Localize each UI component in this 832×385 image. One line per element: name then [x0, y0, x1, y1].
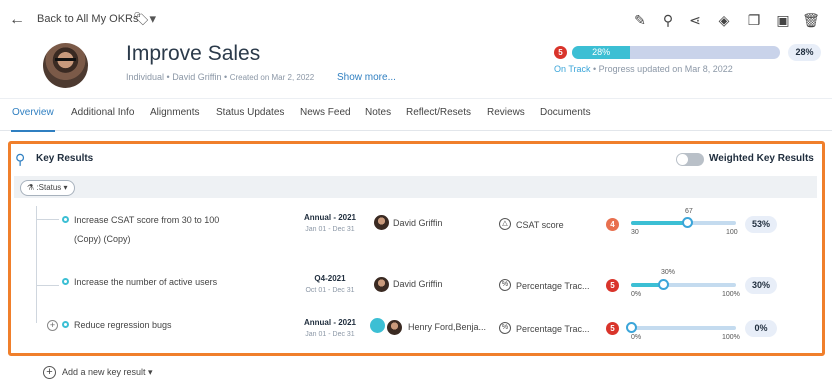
back-link[interactable]: Back to All My OKRs	[37, 13, 138, 25]
objective-progress-fill: 28%	[572, 46, 631, 59]
trash-icon[interactable]: 🗑	[800, 10, 822, 30]
kr-dates: Jan 01 - Dec 31	[305, 226, 355, 233]
kr-progress-pill[interactable]: 53%	[745, 216, 777, 233]
slider-end: 100	[726, 229, 738, 236]
tab-notes[interactable]: Notes	[365, 107, 391, 118]
key-results-icon: ⚲	[15, 151, 26, 167]
objective-owner[interactable]: David Griffin	[172, 72, 221, 82]
triangle-metric-icon: △	[499, 218, 511, 230]
add-circle-icon[interactable]: +	[43, 366, 56, 379]
kr-owner[interactable]: David Griffin	[393, 279, 442, 289]
kr-dates: Oct 01 - Dec 31	[305, 287, 355, 294]
slider-start: 0%	[631, 291, 642, 298]
kr-name-continued[interactable]: (Copy) (Copy)	[74, 234, 131, 244]
tree-branch	[37, 285, 59, 286]
status-dot	[62, 278, 69, 285]
tab-overview[interactable]: Overview	[12, 107, 54, 118]
expand-plus-icon[interactable]: +	[47, 320, 58, 331]
slider-knob[interactable]	[626, 322, 637, 333]
weighted-label: Weighted Key Results	[709, 153, 814, 164]
tab-news-feed[interactable]: News Feed	[300, 107, 351, 118]
kr-progress-pill[interactable]: 0%	[745, 320, 777, 337]
percent-metric-icon: %	[499, 322, 511, 334]
kr-period: Annual - 2021	[303, 318, 356, 327]
kr-slider[interactable]	[631, 326, 736, 330]
add-key-result-label: Add a new key result	[62, 367, 146, 377]
objective-progress-pill[interactable]: 28%	[788, 44, 821, 61]
tab-alignments[interactable]: Alignments	[150, 107, 199, 118]
objective-progress-bar: 28%	[572, 46, 780, 59]
status-dot	[62, 216, 69, 223]
kr-slider[interactable]	[631, 283, 736, 287]
status-line: On Track • Progress updated on Mar 8, 20…	[554, 64, 733, 74]
kr-owner[interactable]: David Griffin	[393, 218, 442, 228]
filter-icon: ⚗	[27, 183, 35, 192]
copy-icon[interactable]: ❐	[743, 10, 765, 30]
slider-start: 30	[631, 229, 639, 236]
tab-status-updates[interactable]: Status Updates	[216, 107, 284, 118]
tab-bar: Overview Additional Info Alignments Stat…	[0, 98, 832, 132]
kr-progress-pill[interactable]: 30%	[745, 277, 777, 294]
share-icon[interactable]: ⋖	[684, 10, 706, 30]
risk-badge[interactable]: 5	[606, 322, 619, 335]
owner-avatar	[387, 320, 402, 335]
back-arrow-icon[interactable]: ←	[9, 11, 25, 29]
layers-icon[interactable]: ◈	[713, 10, 735, 30]
status-filter-label: :Status	[36, 183, 62, 192]
kr-name[interactable]: Reduce regression bugs	[74, 320, 172, 330]
active-tab-indicator	[11, 130, 55, 132]
kr-owner[interactable]: Henry Ford,Benja...	[408, 322, 486, 332]
user-add-icon[interactable]: ⚲	[657, 10, 679, 30]
add-key-result-button[interactable]: Add a new key result ▾	[62, 367, 153, 378]
risk-badge[interactable]: 4	[606, 218, 619, 231]
tree-branch	[37, 219, 59, 220]
weighted-toggle[interactable]	[676, 153, 704, 166]
status-dot	[62, 321, 69, 328]
tab-reviews[interactable]: Reviews	[487, 107, 525, 118]
owner-avatar	[374, 277, 389, 292]
objective-meta: Individual • David Griffin • Created on …	[126, 72, 315, 82]
objective-type: Individual	[126, 72, 165, 82]
kr-metric: Percentage Trac...	[516, 281, 590, 291]
slider-start: 0%	[631, 334, 642, 341]
tag-icon[interactable]: 🏷▾	[133, 11, 156, 27]
tab-reflect-resets[interactable]: Reflect/Resets	[406, 107, 471, 118]
filter-bar	[14, 176, 817, 198]
tab-documents[interactable]: Documents	[540, 107, 591, 118]
risk-badge[interactable]: 5	[606, 279, 619, 292]
status-filter[interactable]: ⚗ :Status ▾	[20, 180, 75, 196]
owner-avatar	[370, 318, 385, 333]
kr-metric: Percentage Trac...	[516, 324, 590, 334]
kr-metric: CSAT score	[516, 220, 564, 230]
key-results-title: Key Results	[36, 153, 94, 164]
slider-value-label: 67	[685, 208, 693, 215]
percent-metric-icon: %	[499, 279, 511, 291]
kr-dates: Jan 01 - Dec 31	[305, 331, 355, 338]
risk-badge[interactable]: 5	[554, 46, 567, 59]
kr-name[interactable]: Increase the number of active users	[74, 277, 217, 287]
status-on-track[interactable]: On Track	[554, 64, 591, 74]
pencil-icon[interactable]: ✎	[629, 10, 651, 30]
slider-knob[interactable]	[681, 217, 693, 228]
show-more-link[interactable]: Show more...	[337, 72, 396, 83]
slider-value-label: 30%	[661, 269, 676, 276]
owner-avatar	[374, 215, 389, 230]
slider-knob[interactable]	[657, 279, 669, 290]
kr-period: Q4-2021	[314, 274, 346, 283]
slider-end: 100%	[722, 291, 740, 298]
avatar	[43, 43, 88, 88]
slider-end: 100%	[722, 334, 740, 341]
created-date: Created on Mar 2, 2022	[229, 73, 315, 82]
edit-note-icon[interactable]: ▣	[772, 10, 794, 30]
slider-fill	[631, 221, 687, 225]
page-title: Improve Sales	[126, 42, 261, 65]
kr-period: Annual - 2021	[303, 213, 356, 222]
chevron-down-icon: ▾	[63, 183, 68, 192]
progress-updated: Progress updated on Mar 8, 2022	[598, 64, 733, 74]
tree-line	[36, 206, 37, 323]
tab-additional-info[interactable]: Additional Info	[71, 107, 134, 118]
kr-name[interactable]: Increase CSAT score from 30 to 100	[74, 215, 219, 225]
